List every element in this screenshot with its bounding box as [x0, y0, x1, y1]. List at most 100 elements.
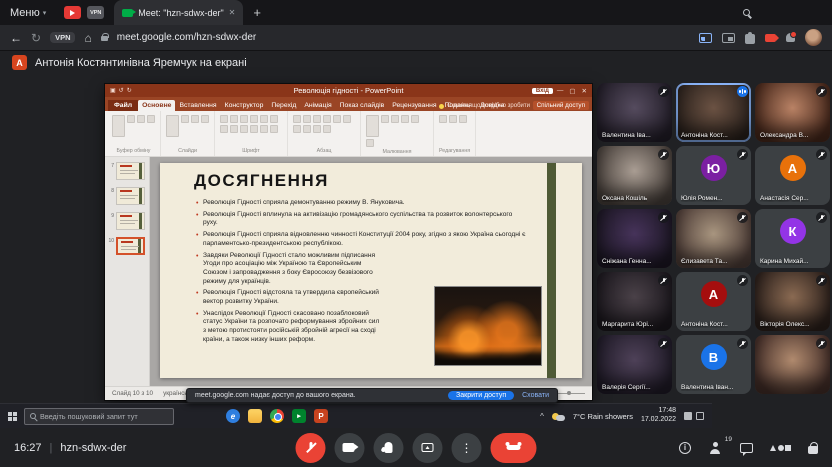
participants-button[interactable]: 19 — [708, 442, 723, 454]
ribbon-tab[interactable]: Основне — [138, 100, 175, 111]
browser-menu-button[interactable]: Меню ▾ — [10, 7, 46, 19]
notification-center-icon[interactable] — [696, 412, 704, 420]
ribbon-group-icons[interactable] — [166, 115, 209, 137]
taskbar-app-icon[interactable]: e — [226, 409, 240, 423]
ribbon-group-icons[interactable] — [112, 115, 155, 137]
host-controls-button[interactable] — [808, 446, 818, 454]
participant-tile[interactable]: Олександра В... — [755, 83, 830, 142]
ribbon-group-icons[interactable] — [439, 115, 470, 123]
ribbon-tab[interactable]: Конструктор — [221, 100, 268, 111]
screen-share-indicator-icon[interactable] — [699, 33, 712, 43]
ribbon-tab[interactable]: Перехід — [267, 100, 300, 111]
participant-tile[interactable]: Оксана Кошіль — [597, 146, 672, 205]
window-controls[interactable]: — ▢ ✕ — [557, 87, 587, 95]
ribbon-tab[interactable]: Показ слайдів — [336, 100, 389, 111]
tray-expand-icon[interactable]: ^ — [540, 412, 544, 421]
tray-icons[interactable] — [684, 412, 704, 420]
ribbon-tab[interactable]: Анімація — [300, 100, 335, 111]
participants-grid: Валентина Іва... Антоніна Кост... Олекса… — [597, 83, 830, 400]
participant-tile[interactable] — [755, 335, 830, 394]
ribbon-group-icons[interactable] — [293, 115, 355, 133]
slide-thumbnail[interactable]: 10 — [107, 237, 146, 255]
start-button[interactable] — [8, 412, 17, 421]
meeting-info-button[interactable] — [679, 442, 691, 454]
participant-tile[interactable]: Вікторія Олекс... — [755, 272, 830, 331]
notifications-bell-icon[interactable] — [786, 33, 795, 42]
reload-button[interactable]: ↻ — [31, 32, 41, 44]
camera-in-use-icon[interactable] — [765, 34, 776, 42]
vpn-pinned-tab[interactable]: VPN — [87, 6, 104, 19]
close-icon[interactable]: ✕ — [582, 87, 587, 95]
slide-thumbnail[interactable]: 8 — [107, 187, 146, 205]
back-button[interactable]: ← — [10, 32, 22, 44]
participant-tile[interactable]: А Анастасія Сер... — [755, 146, 830, 205]
participant-tile[interactable]: Сніжана Генна... — [597, 209, 672, 268]
new-tab-button[interactable]: + — [253, 5, 261, 20]
profile-avatar[interactable] — [805, 29, 822, 46]
participant-avatar: А — [780, 155, 806, 181]
ribbon-tab[interactable]: Файл — [108, 100, 138, 111]
sign-in-button[interactable]: Вхід — [532, 88, 553, 94]
weather-text[interactable]: 7°C Rain showers — [573, 412, 633, 421]
slide-thumbnail-preview[interactable] — [116, 187, 145, 205]
slide-thumbnail[interactable]: 7 — [107, 162, 146, 180]
ribbon-group-icons[interactable] — [220, 115, 282, 133]
chat-button[interactable] — [740, 443, 753, 453]
participant-tile[interactable]: Валентина Іва... — [597, 83, 672, 142]
participant-tile[interactable]: Валерія Сергії... — [597, 335, 672, 394]
activities-button[interactable] — [770, 445, 791, 451]
slide-thumbnail-preview[interactable] — [116, 212, 145, 230]
participant-tile[interactable]: А Антоніна Кост... — [676, 272, 751, 331]
vpn-pin-label: VPN — [90, 10, 101, 16]
search-icon[interactable] — [743, 9, 750, 16]
taskbar-app-icon[interactable]: P — [314, 409, 328, 423]
mic-mute-button[interactable] — [296, 433, 326, 463]
slide-thumbnail-preview[interactable] — [116, 237, 145, 255]
network-icon[interactable] — [684, 412, 692, 420]
more-options-button[interactable]: ⋮ — [452, 433, 482, 463]
raise-hand-button[interactable] — [374, 433, 404, 463]
slide-thumbnail[interactable]: 9 — [107, 212, 146, 230]
participant-tile[interactable]: Маргарита Юрі... — [597, 272, 672, 331]
picture-in-picture-icon[interactable] — [722, 33, 735, 43]
taskbar-search[interactable]: Введіть пошуковий запит тут — [24, 408, 174, 425]
ribbon-tab[interactable]: Вставлення — [175, 100, 220, 111]
extensions-icon[interactable] — [745, 34, 755, 44]
stop-sharing-button[interactable]: Закрити доступ — [448, 391, 514, 400]
youtube-pinned-tab[interactable] — [64, 6, 81, 19]
hide-share-bar-button[interactable]: Сховати — [522, 392, 549, 399]
taskbar-app-icon[interactable] — [248, 409, 262, 423]
close-icon[interactable]: ✕ — [229, 8, 236, 17]
undo-icon[interactable]: ↺ — [119, 87, 124, 94]
participant-tile[interactable]: Єлизавета Та... — [676, 209, 751, 268]
taskbar-clock[interactable]: 17:48 17.02.2022 — [641, 407, 676, 425]
save-icon[interactable]: ▣ — [110, 87, 116, 94]
url-text[interactable]: meet.google.com/hzn-sdwx-der — [117, 32, 257, 43]
meeting-details[interactable]: 16:27 | hzn-sdwx-der — [14, 442, 126, 454]
tell-me-box[interactable]: Скажіть, що потрібно зробити — [439, 103, 530, 109]
redo-icon[interactable]: ↻ — [127, 87, 132, 94]
participant-tile[interactable]: В Валентина Іван... — [676, 335, 751, 394]
participant-tile[interactable]: К Карина Михай... — [755, 209, 830, 268]
present-button[interactable] — [413, 433, 443, 463]
camera-button[interactable] — [335, 433, 365, 463]
participant-tile[interactable]: Антоніна Кост... — [676, 83, 751, 142]
share-button[interactable]: Спільний доступ — [533, 101, 589, 110]
active-tab[interactable]: Meet: "hzn-sdwx-der" ✕ — [114, 0, 243, 25]
participant-avatar: К — [780, 218, 806, 244]
participant-tile[interactable]: Ю Юлія Ромен... — [676, 146, 751, 205]
ribbon-tab[interactable]: Рецензування — [388, 100, 440, 111]
end-call-button[interactable] — [491, 433, 537, 463]
home-icon[interactable]: ⌂ — [84, 32, 91, 44]
lock-icon[interactable] — [101, 36, 108, 41]
minimize-icon[interactable]: — — [557, 87, 564, 95]
ribbon-group-icons[interactable] — [366, 115, 428, 147]
quick-access-toolbar[interactable]: ▣ ↺ ↻ — [110, 87, 132, 94]
taskbar-app-icon[interactable]: ▸ — [292, 409, 306, 423]
participant-count-badge: 19 — [725, 436, 732, 443]
slide-thumbnail-preview[interactable] — [116, 162, 145, 180]
slide[interactable]: ДОСЯГНЕННЯ Революція Гідності сприяла де… — [160, 163, 582, 378]
taskbar-app-icon[interactable] — [270, 409, 284, 423]
maximize-icon[interactable]: ▢ — [569, 87, 575, 95]
vpn-badge[interactable]: VPN — [50, 32, 75, 43]
